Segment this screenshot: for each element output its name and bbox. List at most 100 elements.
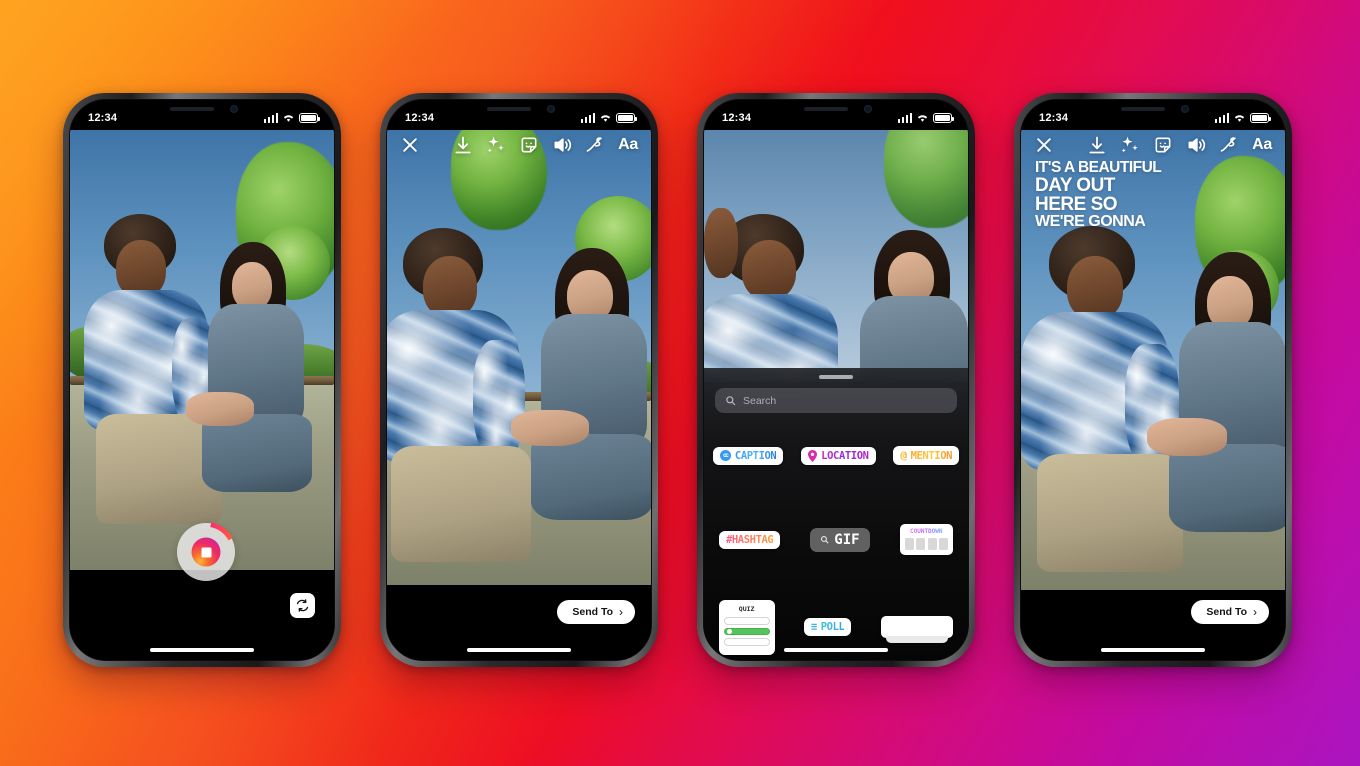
screen-story-preview: Aa Send To › [387,100,651,660]
sticker-row-3: QUIZ ≡ POLL QUESTIONS [704,600,968,655]
signal-bars-icon [1214,113,1229,123]
location-pin-icon [808,449,818,462]
sticker-quiz-label: QUIZ [738,605,755,613]
editor-toolbar: Aa [387,128,651,162]
countdown-blocks [904,538,949,550]
caption-line-3: HERE SO [1035,193,1118,215]
sticker-hashtag[interactable]: #HASHTAG [718,530,781,549]
record-inner-dot [191,537,221,567]
text-icon[interactable]: Aa [618,135,638,155]
send-to-button[interactable]: Send To › [557,600,635,624]
battery-icon [1250,113,1272,123]
draw-icon[interactable] [1219,135,1239,155]
camera-viewfinder[interactable] [70,130,334,570]
flip-camera-button[interactable] [290,593,315,618]
sticker-tray-panel: Search cc CAPTION LOCATION @ MENTION #HA… [704,368,968,660]
phone-stage: 12:34 Aa Send To › 12:34 Search cc CAPTI… [0,0,1360,766]
search-icon [726,396,736,406]
close-icon[interactable] [400,135,420,155]
editor-toolbar: Aa [1021,128,1285,162]
sticker-questions-label: QUESTIONS [880,616,954,639]
front-camera [230,105,238,113]
sticker-row-2: #HASHTAG GIF COUNTDOWN [704,524,968,555]
phone-sticker-tray: Search cc CAPTION LOCATION @ MENTION #HA… [697,93,975,667]
signal-bars-icon [580,113,595,123]
status-time: 12:34 [722,112,752,124]
status-time: 12:34 [405,112,435,124]
notch [1099,100,1207,120]
text-icon[interactable]: Aa [1252,135,1272,155]
sticker-poll-label: POLL [820,621,845,634]
caption-line-1: IT'S A BEAUTIFUL [1035,159,1162,176]
quiz-option-selected [723,627,770,635]
send-to-label: Send To [1206,606,1247,618]
story-photo-preview[interactable] [387,130,651,585]
wifi-icon [1234,115,1245,122]
earpiece-speaker [804,107,848,111]
front-camera [547,105,555,113]
sticker-quiz[interactable]: QUIZ [718,600,775,655]
story-caption-overlay[interactable]: IT'S A BEAUTIFUL DAY OUT HERE SO WE'RE G… [1035,159,1162,230]
earpiece-speaker [170,107,214,111]
sticker-caption-label: CAPTION [734,449,777,462]
screen-camera [70,100,334,660]
phone-story-preview: Aa Send To › 12:34 [380,93,658,667]
effects-icon[interactable] [486,135,506,155]
close-icon[interactable] [1034,135,1054,155]
sticker-gif[interactable]: GIF [810,527,870,552]
sticker-location[interactable]: LOCATION [801,446,876,465]
chevron-right-icon: › [619,605,623,619]
drag-handle[interactable] [819,375,853,379]
quiz-option [723,638,770,646]
effects-icon[interactable] [1120,135,1140,155]
wifi-icon [283,115,294,122]
poll-icon: ≡ [810,621,817,634]
download-icon[interactable] [1087,135,1107,155]
send-to-button[interactable]: Send To › [1191,600,1269,624]
questions-base [886,636,948,644]
sticker-icon[interactable] [1153,135,1173,155]
draw-icon[interactable] [585,135,605,155]
notch [782,100,890,120]
earpiece-speaker [487,107,531,111]
status-time: 12:34 [1039,112,1069,124]
home-indicator [1101,648,1205,652]
screen-sticker-tray: Search cc CAPTION LOCATION @ MENTION #HA… [704,100,968,660]
at-icon: @ [900,449,907,462]
notch [465,100,573,120]
sticker-row-1: cc CAPTION LOCATION @ MENTION [704,446,968,465]
chevron-right-icon: › [1253,605,1257,619]
wifi-icon [917,115,928,122]
record-stop-square [201,547,211,557]
download-icon[interactable] [453,135,473,155]
signal-bars-icon [897,113,912,123]
sticker-countdown[interactable]: COUNTDOWN [899,524,954,555]
sticker-mention-label: MENTION [910,449,953,462]
sticker-mention[interactable]: @ MENTION [893,446,960,465]
battery-icon [299,113,321,123]
send-to-label: Send To [572,606,613,618]
notch [148,100,256,120]
sticker-icon[interactable] [519,135,539,155]
battery-icon [616,113,638,123]
sticker-questions[interactable]: QUESTIONS [880,616,954,644]
wifi-icon [600,115,611,122]
search-input[interactable]: Search [715,388,957,413]
caption-icon: cc [719,450,731,461]
sound-icon[interactable] [1186,135,1206,155]
front-camera [864,105,872,113]
battery-icon [933,113,955,123]
quiz-option [723,617,770,625]
record-button[interactable] [176,522,236,582]
flip-camera-icon [296,599,309,612]
sticker-caption[interactable]: cc CAPTION [712,446,784,465]
front-camera [1181,105,1189,113]
caption-line-4: WE'RE GONNA [1035,212,1146,230]
sticker-poll[interactable]: ≡ POLL [803,618,852,637]
screen-story-text: IT'S A BEAUTIFUL DAY OUT HERE SO WE'RE G… [1021,100,1285,660]
sticker-location-label: LOCATION [821,449,869,462]
caption-line-2: DAY OUT [1035,174,1115,196]
sticker-gif-label: GIF [834,531,860,548]
sound-icon[interactable] [552,135,572,155]
phone-story-with-text: IT'S A BEAUTIFUL DAY OUT HERE SO WE'RE G… [1014,93,1292,667]
